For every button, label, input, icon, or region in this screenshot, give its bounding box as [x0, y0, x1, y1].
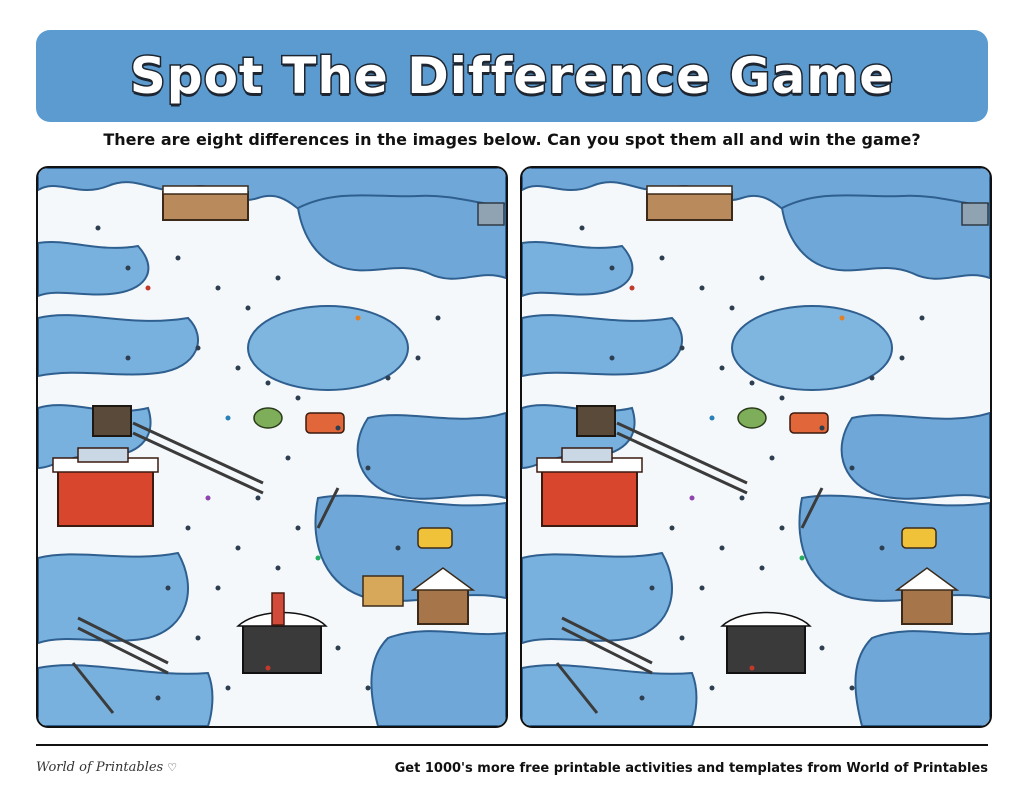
brand-logo: World of Printables ♡ — [36, 760, 177, 775]
dark-hut — [242, 622, 322, 674]
yellow-vehicle — [417, 527, 453, 549]
green-dome — [737, 407, 767, 429]
shed — [417, 587, 469, 625]
arctic-scene-left — [38, 168, 506, 726]
small-cabin — [362, 575, 404, 607]
instructions-text: There are eight differences in the image… — [103, 130, 921, 149]
cabin-top — [646, 191, 733, 221]
heart-icon: ♡ — [167, 761, 178, 774]
page-title: Spot The Difference Game — [128, 46, 895, 107]
chimney-pipe — [271, 592, 285, 626]
footer-note: Get 1000's more free printable activitie… — [394, 761, 988, 776]
brand-name: World of Printables — [36, 760, 164, 775]
red-building — [541, 467, 638, 527]
hut-right-top — [477, 202, 505, 226]
watchtower — [92, 405, 132, 437]
footer-divider — [36, 744, 988, 746]
ice-mound — [731, 305, 893, 391]
watchtower — [576, 405, 616, 437]
ice-mound — [247, 305, 409, 391]
puzzle-image-left[interactable] — [36, 166, 508, 728]
cabin-top — [162, 191, 249, 221]
puzzle-image-right[interactable] — [520, 166, 992, 728]
arctic-scene-right — [522, 168, 990, 726]
hut-right-top — [961, 202, 989, 226]
yellow-vehicle — [901, 527, 937, 549]
red-building — [57, 467, 154, 527]
shed — [901, 587, 953, 625]
green-dome — [253, 407, 283, 429]
dark-hut — [726, 622, 806, 674]
title-banner: Spot The Difference Game — [36, 30, 988, 122]
